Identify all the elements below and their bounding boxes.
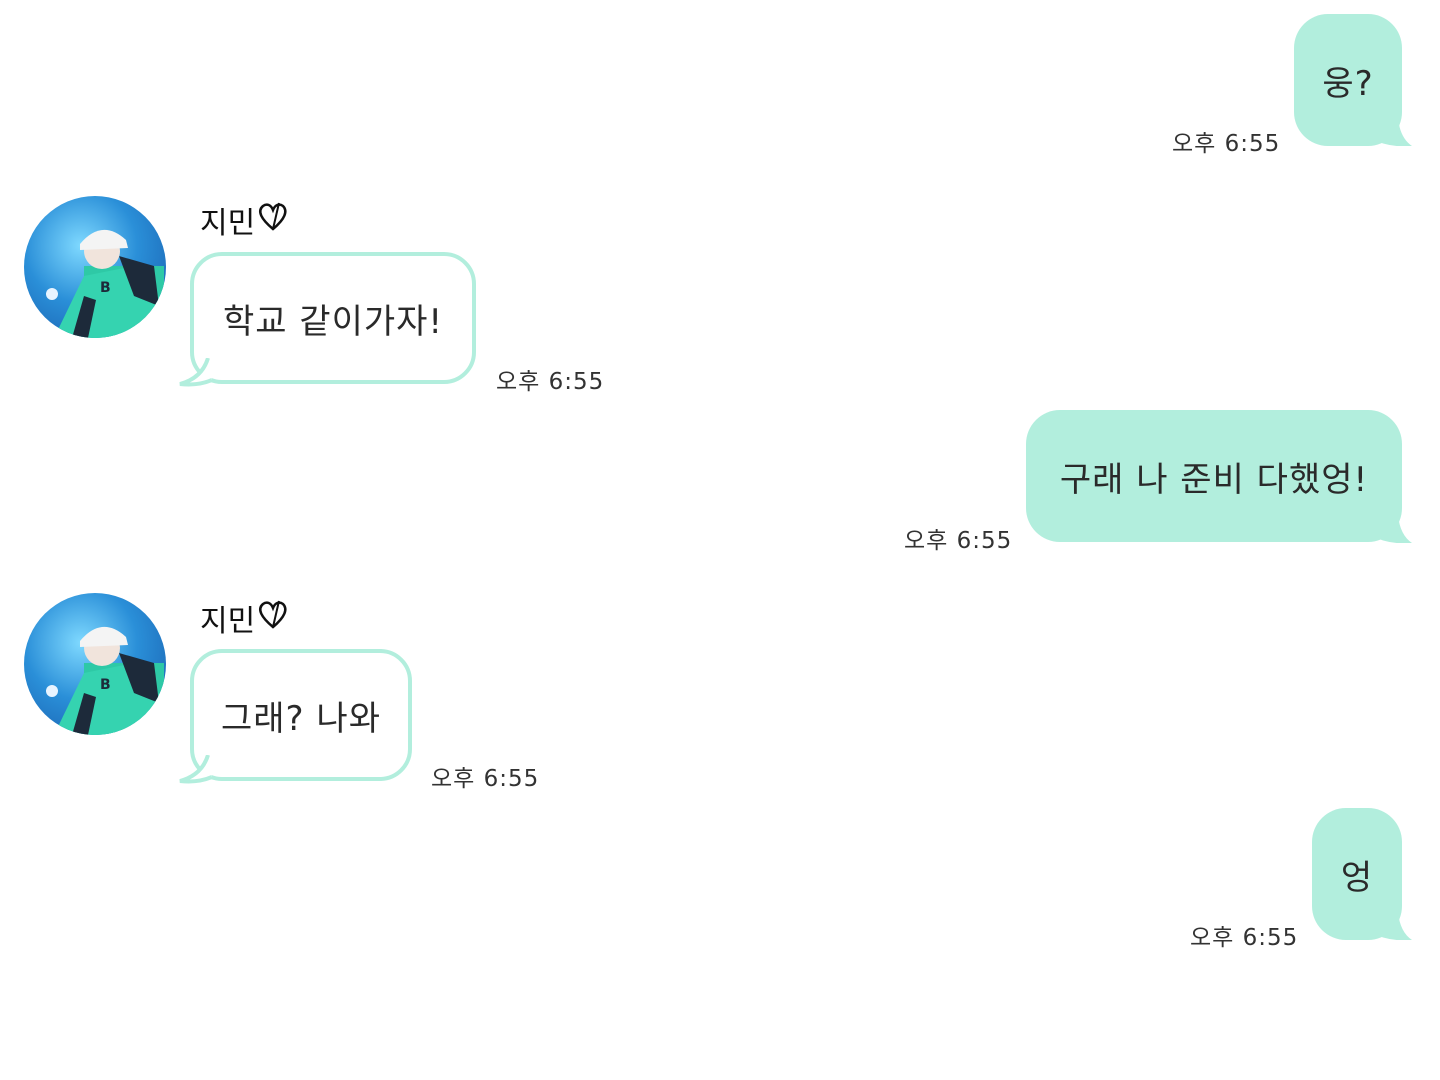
svg-text:B: B	[100, 280, 111, 296]
bubble-tail	[1370, 912, 1414, 940]
message-timestamp: 오후 6:55	[1190, 925, 1299, 951]
outgoing-message-bubble[interactable]: 구래 나 준비 다했엉!	[1026, 410, 1402, 542]
chat-thread: 웅? 오후 6:55 B 지민 학교 같이가자! 오후 6:55 구래 나 준비…	[0, 0, 1440, 1080]
message-timestamp: 오후 6:55	[1172, 131, 1281, 157]
svg-text:B: B	[100, 677, 111, 693]
message-text: 엉	[1340, 857, 1374, 898]
message-timestamp: 오후 6:55	[496, 369, 605, 395]
avatar[interactable]: B	[24, 593, 166, 735]
avatar[interactable]: B	[24, 196, 166, 338]
sender-name: 지민	[200, 198, 289, 242]
bubble-tail	[178, 358, 212, 388]
sender-name-text: 지민	[200, 604, 256, 639]
sender-name: 지민	[200, 596, 289, 640]
sender-name-text: 지민	[200, 206, 256, 241]
message-text: 구래 나 준비 다했엉!	[1059, 459, 1369, 500]
bubble-tail	[1370, 515, 1414, 543]
message-timestamp: 오후 6:55	[431, 766, 540, 792]
incoming-message-bubble[interactable]: 그래? 나와	[190, 649, 412, 781]
incoming-message-bubble[interactable]: 학교 같이가자!	[190, 252, 476, 384]
profile-photo: B	[46, 229, 166, 338]
heart-icon	[257, 597, 289, 639]
message-text: 학교 같이가자!	[222, 301, 444, 342]
bubble-tail	[1370, 118, 1414, 146]
message-text: 웅?	[1322, 63, 1374, 104]
profile-photo: B	[46, 626, 166, 735]
heart-icon	[257, 199, 289, 241]
bubble-tail	[178, 755, 212, 785]
message-timestamp: 오후 6:55	[904, 528, 1013, 554]
message-text: 그래? 나와	[221, 698, 381, 739]
